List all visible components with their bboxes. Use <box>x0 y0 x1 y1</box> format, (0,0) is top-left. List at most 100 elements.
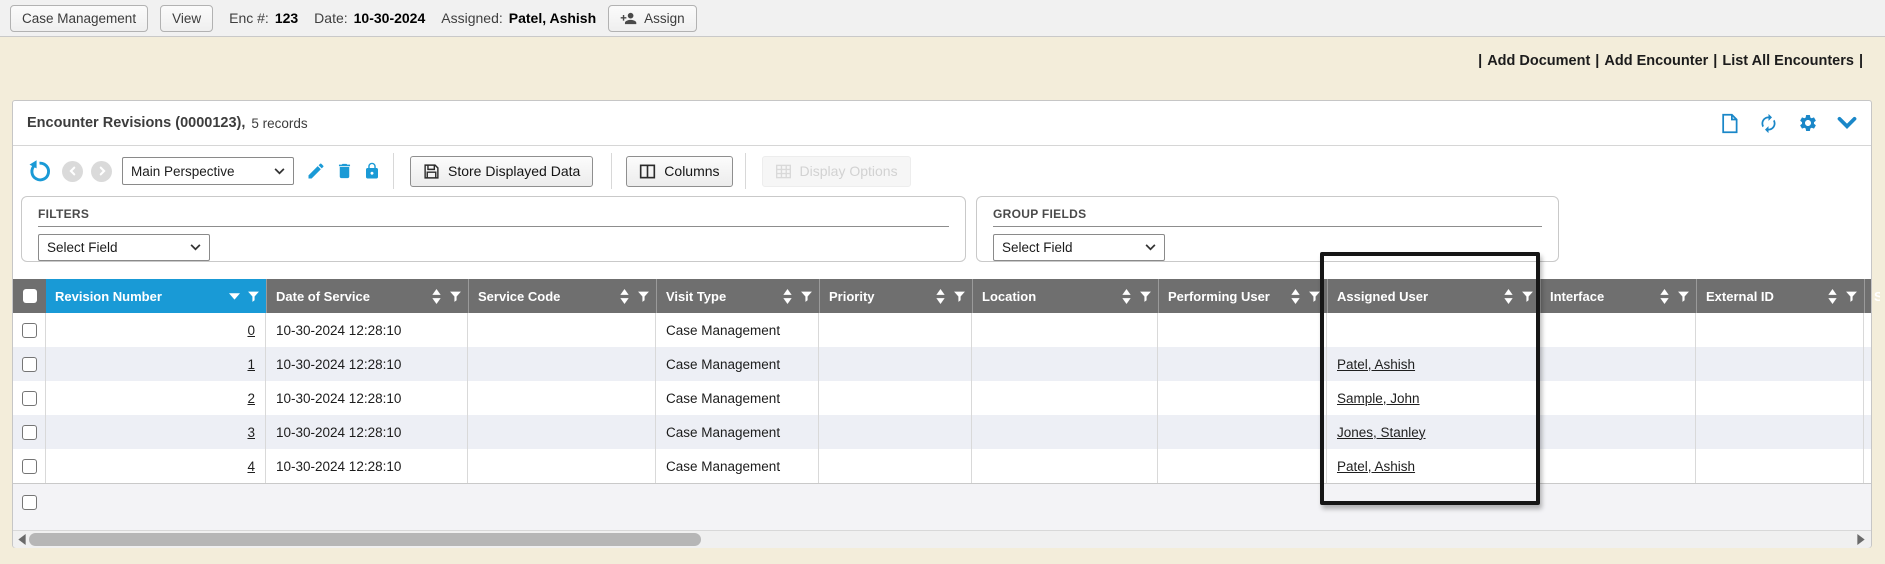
filter-funnel-icon[interactable] <box>1845 290 1858 303</box>
location-cell <box>972 347 1158 381</box>
filter-funnel-icon[interactable] <box>953 290 966 303</box>
filter-funnel-icon[interactable] <box>1521 290 1534 303</box>
date-of-service-cell: 10-30-2024 12:28:10 <box>266 347 468 381</box>
link-separator: | <box>1708 53 1722 69</box>
column-header-visit-type[interactable]: Visit Type <box>656 279 819 313</box>
store-displayed-data-label: Store Displayed Data <box>448 163 580 179</box>
assigned-user-link[interactable]: Patel, Ashish <box>1337 357 1415 372</box>
column-header-external-id[interactable]: External ID <box>1696 279 1864 313</box>
date-of-service-cell: 10-30-2024 12:28:10 <box>266 415 468 449</box>
sort-both-icon <box>1659 289 1670 304</box>
sort-both-icon <box>1121 289 1132 304</box>
revision-number-link[interactable]: 1 <box>247 357 255 372</box>
columns-icon <box>639 164 656 179</box>
gear-icon[interactable] <box>1798 113 1818 133</box>
columns-button[interactable]: Columns <box>626 156 732 187</box>
case-management-button[interactable]: Case Management <box>10 5 148 32</box>
sort-both-icon <box>1503 289 1514 304</box>
filter-funnel-icon[interactable] <box>1677 290 1690 303</box>
assigned-user-link[interactable]: Sample, John <box>1337 391 1420 406</box>
column-header-location[interactable]: Location <box>972 279 1158 313</box>
filters-field-select-value: Select Field <box>47 240 118 255</box>
column-header-performing-user[interactable]: Performing User <box>1158 279 1327 313</box>
date-of-service-cell: 10-30-2024 12:28:10 <box>266 313 468 347</box>
top-toolbar: Case Management View Enc #: 123 Date: 10… <box>0 0 1885 37</box>
list-all-encounters-link[interactable]: List All Encounters <box>1722 53 1854 69</box>
assigned-user-link[interactable]: Jones, Stanley <box>1337 425 1426 440</box>
select-all-checkbox[interactable] <box>23 289 37 303</box>
column-header-priority[interactable]: Priority <box>819 279 972 313</box>
table-row[interactable]: 1 10-30-2024 12:28:10 Case Management Pa… <box>13 347 1871 381</box>
column-label: Assigned User <box>1337 289 1428 304</box>
save-icon <box>423 163 440 180</box>
refresh-icon[interactable] <box>1758 113 1779 134</box>
row-checkbox[interactable] <box>22 459 37 474</box>
filters-field-select[interactable]: Select Field <box>38 234 210 261</box>
column-label: External ID <box>1706 289 1774 304</box>
row-checkbox[interactable] <box>22 357 37 372</box>
row-checkbox[interactable] <box>22 323 37 338</box>
undo-icon[interactable] <box>27 159 52 184</box>
footer-checkbox[interactable] <box>22 495 37 510</box>
scroll-left-arrow[interactable] <box>18 534 26 545</box>
column-label: Visit Type <box>666 289 726 304</box>
scrollbar-thumb[interactable] <box>29 533 701 546</box>
filter-funnel-icon[interactable] <box>1308 290 1321 303</box>
select-all-header[interactable] <box>13 279 46 313</box>
filter-funnel-icon[interactable] <box>800 290 813 303</box>
horizontal-scrollbar[interactable] <box>13 530 1871 548</box>
enc-number-label: Enc #: <box>229 10 269 26</box>
location-cell <box>972 381 1158 415</box>
previous-perspective-button[interactable] <box>62 161 83 182</box>
revision-number-link[interactable]: 3 <box>247 425 255 440</box>
store-displayed-data-button[interactable]: Store Displayed Data <box>410 156 593 187</box>
interface-cell <box>1540 347 1696 381</box>
column-label: Interface <box>1550 289 1604 304</box>
scroll-right-arrow[interactable] <box>1857 534 1865 545</box>
filter-funnel-icon[interactable] <box>1139 290 1152 303</box>
collapse-chevron-icon[interactable] <box>1837 116 1857 130</box>
delete-perspective-icon[interactable] <box>335 161 354 181</box>
lock-perspective-icon[interactable] <box>363 161 381 181</box>
column-header-interface[interactable]: Interface <box>1540 279 1696 313</box>
external-id-cell <box>1696 347 1864 381</box>
group-fields-select[interactable]: Select Field <box>993 234 1165 261</box>
assigned-user-link[interactable]: Patel, Ashish <box>1337 459 1415 474</box>
view-button[interactable]: View <box>160 5 213 32</box>
assign-button[interactable]: Assign <box>608 5 697 32</box>
edit-perspective-icon[interactable] <box>306 161 326 181</box>
interface-cell <box>1540 415 1696 449</box>
table-row[interactable]: 0 10-30-2024 12:28:10 Case Management <box>13 313 1871 347</box>
next-perspective-button[interactable] <box>91 161 112 182</box>
priority-cell <box>819 449 972 483</box>
sort-both-icon <box>935 289 946 304</box>
filter-funnel-icon[interactable] <box>449 290 462 303</box>
visit-type-cell: Case Management <box>656 449 819 483</box>
location-cell <box>972 313 1158 347</box>
revision-number-link[interactable]: 4 <box>247 459 255 474</box>
column-header-service-code[interactable]: Service Code <box>468 279 656 313</box>
table-row[interactable]: 2 10-30-2024 12:28:10 Case Management Sa… <box>13 381 1871 415</box>
row-checkbox[interactable] <box>22 425 37 440</box>
perspective-select[interactable]: Main Perspective <box>122 157 294 185</box>
column-header-assigned-user[interactable]: Assigned User <box>1327 279 1540 313</box>
revision-number-link[interactable]: 2 <box>247 391 255 406</box>
service-code-cell <box>468 415 656 449</box>
revision-number-link[interactable]: 0 <box>247 323 255 338</box>
add-encounter-link[interactable]: Add Encounter <box>1604 53 1708 69</box>
priority-cell <box>819 381 972 415</box>
column-header-revision-number[interactable]: Revision Number <box>46 279 266 313</box>
filter-funnel-icon[interactable] <box>637 290 650 303</box>
service-code-cell <box>468 347 656 381</box>
filter-funnel-icon[interactable] <box>247 290 260 303</box>
table-row[interactable]: 3 10-30-2024 12:28:10 Case Management Jo… <box>13 415 1871 449</box>
table-row[interactable]: 4 10-30-2024 12:28:10 Case Management Pa… <box>13 449 1871 483</box>
priority-cell <box>819 415 972 449</box>
row-checkbox[interactable] <box>22 391 37 406</box>
column-header-truncated[interactable]: S <box>1864 279 1880 313</box>
column-header-date-of-service[interactable]: Date of Service <box>266 279 468 313</box>
add-document-link[interactable]: Add Document <box>1487 53 1590 69</box>
link-separator: | <box>1473 53 1487 69</box>
new-document-icon[interactable] <box>1720 113 1739 134</box>
date-of-service-cell: 10-30-2024 12:28:10 <box>266 381 468 415</box>
